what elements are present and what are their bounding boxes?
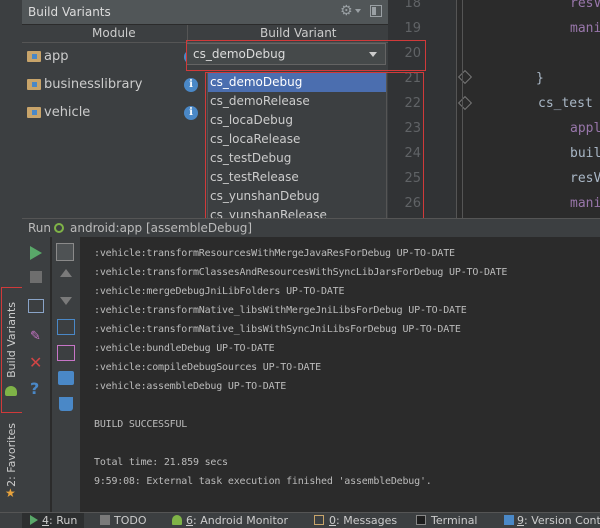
highlight-box-select: [186, 40, 426, 71]
console-line: :vehicle:mergeDebugJniLibFolders UP-TO-D…: [94, 286, 345, 297]
messages-icon: [314, 515, 324, 525]
up-arrow-icon[interactable]: [60, 269, 72, 277]
console-line: :vehicle:transformNative_libsWithSyncJni…: [94, 324, 461, 335]
run-label: Run: [28, 221, 52, 235]
print-icon[interactable]: [58, 371, 74, 385]
run-toolbar-secondary: [52, 237, 80, 512]
build-variants-header: Build Variants ⚙: [22, 0, 388, 25]
tab-messages-number: 0: [329, 514, 336, 527]
pin-icon[interactable]: ✎: [30, 329, 41, 344]
highlight-box-list: [205, 72, 424, 224]
tab-messages[interactable]: 0 : Messages: [312, 513, 402, 528]
module-name: businesslibrary: [44, 77, 143, 92]
tab-android-monitor-number: 6: [186, 514, 193, 527]
run-tool-bar: Run android:app [assembleDebug]: [22, 218, 600, 237]
module-column-header[interactable]: Module: [92, 26, 136, 40]
favorites-star-icon: ★: [5, 486, 16, 500]
tab-todo-label: TODO: [114, 514, 147, 527]
stop-icon[interactable]: [30, 271, 42, 283]
console-line: :vehicle:compileDebugSources UP-TO-DATE: [94, 362, 321, 373]
code-line-25: resV: [570, 171, 600, 186]
soft-wrap-icon[interactable]: [56, 243, 74, 261]
line-number: 18: [404, 0, 421, 11]
favorites-side-tab-label: 2: Favorites: [4, 423, 18, 487]
hide-panel-icon[interactable]: [370, 5, 382, 17]
code-line-24: buil: [570, 146, 600, 161]
bottom-tool-window-bar: 4 : Run TODO 6 : Android Monitor 0 : Mes…: [0, 512, 600, 528]
module-folder-icon: [27, 79, 41, 90]
module-name: app: [44, 49, 69, 64]
terminal-icon: [416, 515, 426, 525]
filter-icon[interactable]: [57, 345, 75, 361]
info-icon: i: [184, 106, 198, 120]
task-finished-line: 9:59:08: External task execution finishe…: [94, 476, 432, 487]
layout-icon[interactable]: [28, 299, 44, 313]
panel-title: Build Variants: [28, 5, 111, 19]
console-line: :vehicle:transformNative_libsWithMergeJn…: [94, 305, 467, 316]
help-icon[interactable]: ?: [30, 379, 39, 398]
console-line: :vehicle:transformClassesAndResourcesWit…: [94, 267, 508, 278]
left-tool-strip: Build Variants 2: Favorites ★: [0, 0, 23, 512]
tab-terminal-label: Terminal: [431, 514, 478, 527]
play-icon[interactable]: [30, 246, 42, 260]
tab-terminal[interactable]: Terminal: [414, 513, 494, 528]
code-line-21: }: [536, 71, 544, 86]
module-folder-icon: [27, 107, 41, 118]
info-icon: i: [184, 78, 198, 92]
tab-android-monitor-label: : Android Monitor: [193, 514, 289, 527]
run-console[interactable]: :vehicle:transformResourcesWithMergeJava…: [82, 237, 600, 512]
trash-icon[interactable]: [59, 397, 73, 411]
code-line-23: appl: [570, 121, 600, 136]
tab-run-label: : Run: [49, 514, 78, 527]
close-icon[interactable]: ✕: [29, 353, 42, 372]
todo-tab-icon: [100, 515, 110, 525]
line-number: 19: [404, 21, 421, 36]
favorites-side-tab[interactable]: 2: Favorites: [2, 420, 20, 490]
run-tab-icon: [30, 515, 38, 525]
tab-run[interactable]: 4 : Run: [22, 513, 84, 528]
run-config-name[interactable]: android:app [assembleDebug]: [70, 221, 252, 235]
tab-version-control-label: : Version Control: [524, 514, 600, 527]
build-status-line: BUILD SUCCESSFUL: [94, 419, 188, 430]
console-line: :vehicle:bundleDebug UP-TO-DATE: [94, 343, 275, 354]
code-line-26: mani: [570, 196, 600, 211]
tab-android-monitor[interactable]: 6 : Android Monitor: [170, 513, 300, 528]
run-toolbar-primary: ✎ ✕ ?: [22, 237, 50, 512]
android-monitor-icon: [172, 515, 182, 525]
tab-run-number: 4: [42, 514, 49, 527]
down-arrow-icon[interactable]: [60, 297, 72, 305]
module-folder-icon: [27, 51, 41, 62]
gutter-separator: [462, 0, 463, 218]
version-control-icon: [504, 515, 514, 525]
settings-caret-icon[interactable]: [355, 9, 361, 13]
tab-version-control-number: 9: [517, 514, 524, 527]
tab-messages-label: : Messages: [336, 514, 398, 527]
code-line-22: cs_test {: [538, 96, 600, 111]
tab-version-control[interactable]: 9 : Version Control: [502, 513, 600, 528]
module-name: vehicle: [44, 105, 91, 120]
gear-icon[interactable]: ⚙: [340, 3, 353, 19]
console-line: :vehicle:transformResourcesWithMergeJava…: [94, 248, 455, 259]
variant-column-header[interactable]: Build Variant: [260, 26, 337, 40]
console-line: :vehicle:assembleDebug UP-TO-DATE: [94, 381, 287, 392]
android-config-icon: [54, 223, 64, 233]
tab-todo[interactable]: TODO: [98, 513, 158, 528]
scroll-to-end-icon[interactable]: [57, 319, 75, 335]
code-line-19: mani: [570, 21, 600, 36]
code-line-18: resV: [570, 0, 600, 11]
total-time-line: Total time: 21.859 secs: [94, 457, 228, 468]
